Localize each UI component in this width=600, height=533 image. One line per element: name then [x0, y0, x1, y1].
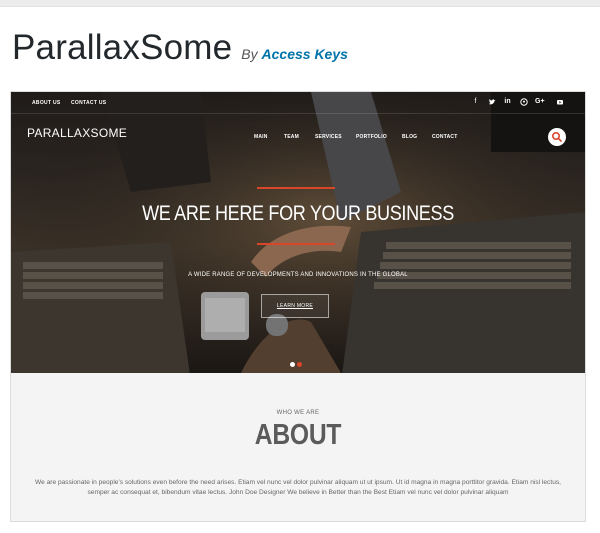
slider-dot-1[interactable] [290, 362, 295, 367]
author-link[interactable]: Access Keys [262, 46, 348, 62]
about-text: We are passionate in people's solutions … [35, 479, 561, 496]
search-button[interactable] [548, 128, 566, 146]
hero-divider-top [257, 187, 335, 189]
linkedin-icon[interactable]: in [503, 98, 512, 106]
nav-services[interactable]: SERVICES [315, 134, 342, 140]
hero-slider: ABOUT US CONTACT US f in G+ PARALLAXSOME… [11, 92, 585, 373]
theme-preview: ABOUT US CONTACT US f in G+ PARALLAXSOME… [10, 91, 586, 522]
about-eyebrow: WHO WE ARE [276, 410, 320, 416]
nav-team[interactable]: TEAM [284, 134, 299, 140]
theme-title: ParallaxSome [12, 28, 233, 67]
youtube-icon[interactable] [555, 98, 564, 109]
hero-subheading: A WIDE RANGE OF DEVELOPMENTS AND INNOVAT… [188, 272, 408, 278]
google-plus-icon[interactable]: G+ [535, 98, 545, 106]
page-header: ParallaxSome By Access Keys [12, 28, 348, 68]
topbar-link-about-us[interactable]: ABOUT US [32, 100, 61, 106]
topbar-link-contact-us[interactable]: CONTACT US [71, 100, 106, 106]
search-icon [552, 132, 562, 142]
pinterest-icon[interactable] [519, 98, 528, 109]
slider-dot-2[interactable] [297, 362, 302, 367]
nav-portfolio[interactable]: PORTFOLIO [356, 134, 387, 140]
top-rule [0, 0, 600, 7]
learn-more-button[interactable]: LEARN MORE [261, 294, 329, 318]
preview-topbar: ABOUT US CONTACT US f in G+ [11, 92, 585, 114]
hero-divider-bottom [257, 243, 335, 245]
byline: By Access Keys [241, 46, 348, 62]
by-label: By [241, 46, 258, 62]
site-title[interactable]: PARALLAXSOME [27, 126, 127, 140]
hero-heading: WE ARE HERE FOR YOUR BUSINESS [142, 202, 454, 225]
nav-blog[interactable]: BLOG [402, 134, 417, 140]
facebook-icon[interactable]: f [471, 98, 480, 106]
twitter-icon[interactable] [487, 98, 496, 109]
about-title: ABOUT [254, 419, 342, 451]
nav-contact[interactable]: CONTACT [432, 134, 457, 140]
nav-main[interactable]: MAIN [254, 134, 268, 140]
